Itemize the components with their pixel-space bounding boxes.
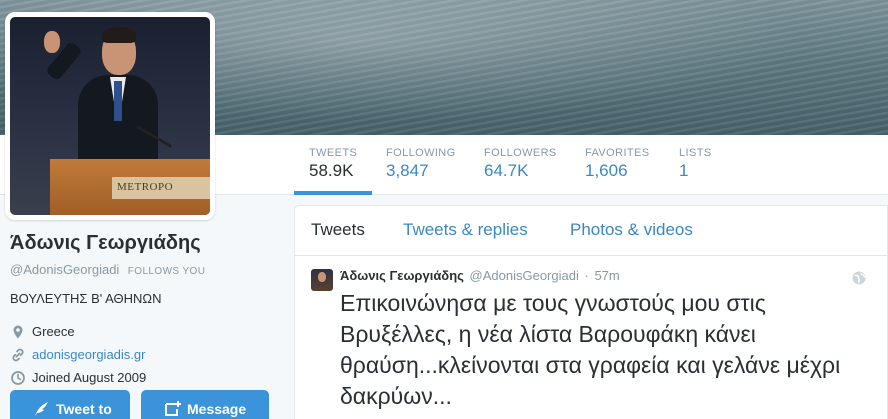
tweet-author-name[interactable]: Άδωνις Γεωργιάδης — [340, 268, 464, 283]
stat-label: FAVORITES — [585, 147, 650, 159]
stat-following[interactable]: FOLLOWING 3,847 — [386, 147, 456, 181]
website-row: adonisgeorgiadis.gr — [10, 343, 280, 366]
profile-website-link[interactable]: adonisgeorgiadis.gr — [32, 347, 145, 362]
message-label: Message — [187, 401, 247, 417]
profile-meta: Greece adonisgeorgiadis.gr Joined August… — [10, 320, 280, 389]
message-button[interactable]: Message — [141, 390, 269, 419]
profile-card: Άδωνις Γεωργιάδης @AdonisGeorgiadi FOLLO… — [10, 232, 280, 389]
tweet-header: Άδωνις Γεωργιάδης @AdonisGeorgiadi · 57m — [340, 268, 620, 283]
direct-message-icon — [165, 401, 181, 416]
stat-value: 3,847 — [386, 161, 429, 180]
location-row: Greece — [10, 320, 280, 343]
profile-location: Greece — [32, 324, 75, 339]
avatar-photo: METROPO — [10, 17, 210, 215]
stat-lists[interactable]: LISTS 1 — [679, 147, 712, 181]
profile-avatar[interactable]: METROPO — [5, 12, 215, 220]
stat-label: FOLLOWING — [386, 147, 456, 159]
stat-value: 1 — [679, 161, 689, 180]
globe-icon[interactable] — [851, 270, 867, 286]
profile-name[interactable]: Άδωνις Γεωργιάδης — [10, 232, 280, 255]
link-icon — [12, 348, 24, 361]
tweet-text: Επικοινώνησα με τους γνωστούς μου στις Β… — [340, 290, 841, 409]
stat-value: 64.7K — [484, 161, 529, 180]
stat-label: FOLLOWERS — [484, 147, 557, 159]
podium-sign: METROPO — [112, 177, 210, 199]
profile-handle[interactable]: @AdonisGeorgiadi — [10, 262, 119, 277]
tweet-to-button[interactable]: Tweet to — [10, 390, 130, 419]
tweet-to-label: Tweet to — [56, 401, 112, 417]
tweet-timestamp[interactable]: 57m — [594, 268, 619, 283]
stat-label: LISTS — [679, 147, 712, 159]
tweet-author-handle[interactable]: @AdonisGeorgiadi — [470, 268, 579, 283]
stat-followers[interactable]: FOLLOWERS 64.7K — [484, 147, 557, 181]
compose-feather-icon — [35, 402, 48, 416]
clock-icon — [11, 370, 25, 385]
active-stat-underline — [294, 191, 372, 195]
tab-photos-videos[interactable]: Photos & videos — [570, 220, 693, 240]
profile-joined: Joined August 2009 — [32, 370, 147, 385]
handle-row: @AdonisGeorgiadi FOLLOWS YOU — [10, 261, 280, 279]
tweet-separator: · — [584, 268, 589, 283]
location-pin-icon — [13, 325, 23, 338]
timeline-tabs: Tweets Tweets & replies Photos & videos — [295, 206, 887, 256]
timeline-panel: Tweets Tweets & replies Photos & videos … — [294, 205, 888, 419]
tweet-avatar[interactable] — [311, 269, 333, 291]
stat-favorites[interactable]: FAVORITES 1,606 — [585, 147, 650, 181]
stat-value: 1,606 — [585, 161, 628, 180]
joined-row: Joined August 2009 — [10, 366, 280, 389]
stat-value: 58.9K — [309, 161, 354, 180]
tab-tweets-replies[interactable]: Tweets & replies — [403, 220, 528, 240]
follows-you-badge: FOLLOWS YOU — [127, 266, 206, 277]
stat-label: TWEETS — [309, 147, 358, 159]
tab-tweets[interactable]: Tweets — [311, 220, 365, 240]
profile-bio: ΒΟΥΛΕΥΤΗΣ Β' ΑΘΗΝΩΝ — [10, 291, 162, 306]
stat-tweets[interactable]: TWEETS 58.9K — [309, 147, 357, 181]
